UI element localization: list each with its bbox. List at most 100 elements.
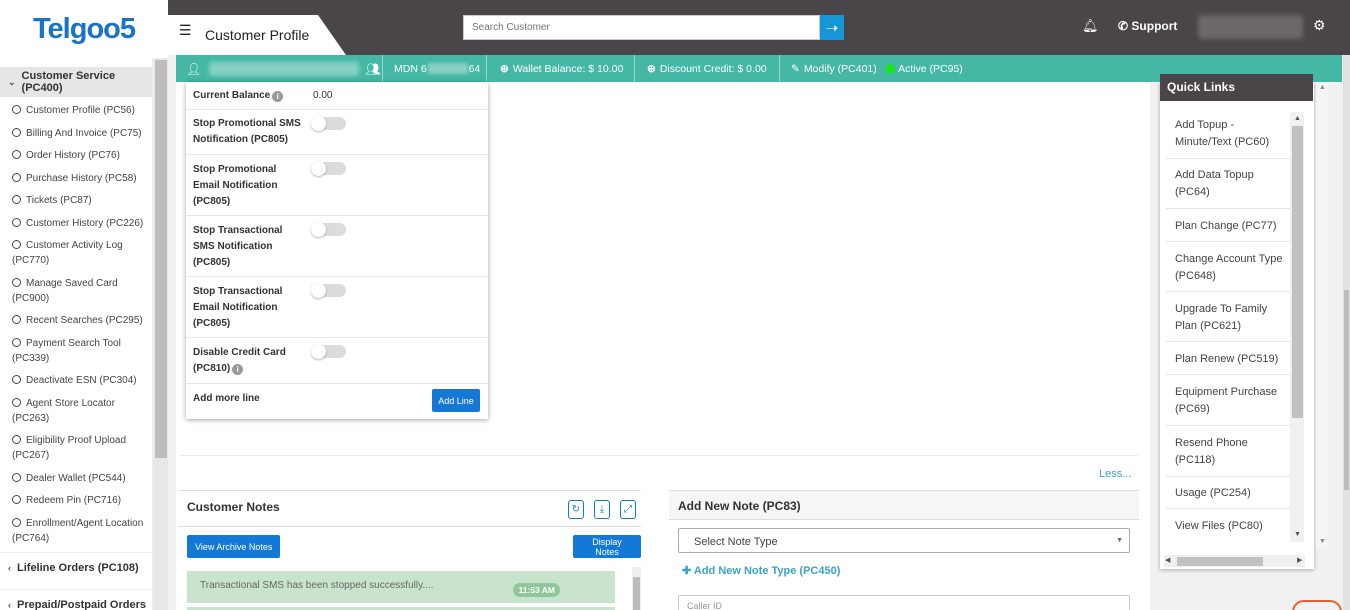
status-dot-icon [885,63,895,74]
quick-links-scrollbar-thumb[interactable] [1292,126,1303,418]
scroll-down-arrow-icon[interactable]: ▼ [1294,531,1301,538]
notes-scrollbar-thumb[interactable] [633,577,640,610]
quick-link-resend-phone[interactable]: Resend Phone (PC118) [1175,435,1290,469]
trans-email-toggle[interactable] [311,283,346,298]
gear-icon[interactable]: ⚙ [1313,17,1326,34]
quick-link-view-files[interactable]: View Files (PC80) [1175,518,1290,535]
customer-name-redacted [209,61,360,76]
info-icon[interactable]: i [232,364,244,375]
circle-icon [12,195,21,204]
mdn-segment: MDN 6 64 [394,62,481,75]
sidebar-item-enrollment-agent-location[interactable]: Enrollment/Agent Location (PC764) [12,516,150,546]
logo[interactable]: Telgoo5 [0,0,168,58]
caller-id-field[interactable]: Caller ID [678,595,1130,610]
promo-sms-toggle[interactable] [311,116,346,131]
modify-link[interactable]: ✎ Modify (PC401) [791,55,877,82]
sidebar-scroll-area: ⌄ Customer Service (PC400) Customer Prof… [0,58,168,610]
circle-icon [12,240,21,249]
sidebar: Telgoo5 ⌄ Customer Service (PC400) Custo… [0,0,168,610]
arrow-right-icon: ➝ [825,19,839,37]
circle-icon [12,495,21,504]
sidebar-scrollbar-thumb[interactable] [155,60,167,458]
page-scrollbar-thumb[interactable] [1344,290,1349,490]
circle-icon [12,105,21,114]
settings-row: Stop Transactional SMS Notification (PC8… [186,216,488,277]
promo-email-toggle[interactable] [311,161,346,176]
sidebar-item-dealer-wallet[interactable]: Dealer Wallet (PC544) [12,471,150,486]
scroll-down-arrow-icon[interactable]: ▼ [1319,538,1326,545]
sidebar-section-prepaid-postpaid-orders[interactable]: ‹ Prepaid/Postpaid Orders [0,589,152,610]
chat-widget-icon[interactable] [1292,600,1342,610]
support-link[interactable]: ✆ Support [1118,19,1177,33]
sidebar-item-deactivate-esn[interactable]: Deactivate ESN (PC304) [12,373,150,388]
disable-credit-card-toggle[interactable] [311,344,346,359]
user-name-redacted[interactable] [1198,15,1303,39]
sidebar-item-eligibility-proof-upload[interactable]: Eligibility Proof Upload (PC267) [12,433,150,463]
add-new-note-type-link[interactable]: ✚ Add New Note Type (PC450) [682,564,840,577]
quick-link-upgrade-family-plan[interactable]: Upgrade To Family Plan (PC621) [1175,301,1290,335]
add-new-note-panel: Add New Note (PC83) Select Note Type ▼ ✚… [669,490,1139,610]
current-balance-row: Current Balance i 0.00 [186,82,488,110]
customer-notes-title: Customer Notes [187,500,280,514]
sidebar-item-customer-profile[interactable]: Customer Profile (PC56) [12,103,150,118]
scroll-right-arrow-icon[interactable]: ▶ [1297,556,1302,564]
expand-icon[interactable]: ⤢ [620,500,636,519]
circle-icon [12,128,21,137]
display-notes-button[interactable]: Display Notes [573,535,641,558]
less-link[interactable]: Less... [1099,468,1131,480]
sidebar-item-recent-searches[interactable]: Recent Searches (PC295) [12,313,150,328]
active-status[interactable]: Active (PC95) [885,55,963,82]
sidebar-item-billing-invoice[interactable]: Billing And Invoice (PC75) [12,126,150,141]
family-icon[interactable]: 👥︎ [365,62,380,76]
note-type-select[interactable]: Select Note Type ▼ [678,528,1130,553]
sidebar-item-agent-store-locator[interactable]: Agent Store Locator (PC263) [12,396,150,426]
sidebar-item-redeem-pin[interactable]: Redeem Pin (PC716) [12,493,150,508]
quick-link-change-account-type[interactable]: Change Account Type (PC648) [1175,251,1290,285]
quick-links-h-scrollbar-thumb[interactable] [1177,557,1263,566]
search-arrow-button[interactable]: ➝ [820,15,844,40]
discount-credit[interactable]: ⊕ Discount Credit: $ 0.00 [647,55,767,82]
quick-link-plan-renew[interactable]: Plan Renew (PC519) [1175,351,1290,368]
quick-link-add-topup[interactable]: Add Topup - Minute/Text (PC60) [1175,117,1290,151]
circle-icon [12,315,21,324]
hamburger-menu-icon[interactable]: ☰ [179,22,192,39]
sidebar-item-purchase-history[interactable]: Purchase History (PC58) [12,171,150,186]
bell-icon[interactable]: 🔔︎ [1082,18,1099,34]
sidebar-item-customer-activity-log[interactable]: Customer Activity Log (PC770) [12,238,150,268]
scroll-up-arrow-icon[interactable]: ▲ [1294,115,1301,122]
sidebar-section-lifeline-orders[interactable]: ‹ Lifeline Orders (PC108) [0,552,152,582]
wallet-balance[interactable]: ⊕ Wallet Balance: $ 10.00 [500,55,623,82]
sidebar-item-tickets[interactable]: Tickets (PC87) [12,193,150,208]
circle-icon [12,218,21,227]
note-message: Transactional SMS has been stopped succe… [187,571,615,603]
add-new-note-title: Add New Note (PC83) [678,499,801,513]
chevron-left-icon: ‹ [8,599,11,610]
circle-icon [12,375,21,384]
download-icon[interactable]: ⤓ [594,500,610,519]
quick-link-usage[interactable]: Usage (PC254) [1175,485,1290,502]
sidebar-item-payment-search-tool[interactable]: Payment Search Tool (PC339) [12,336,150,366]
quick-link-plan-change[interactable]: Plan Change (PC77) [1175,218,1290,235]
sidebar-section-customer-service[interactable]: ⌄ Customer Service (PC400) [0,67,152,97]
trans-sms-toggle[interactable] [311,222,346,237]
user-icon: 👤︎ [186,61,202,76]
circle-icon [12,398,21,407]
add-line-button[interactable]: Add Line [432,389,480,412]
quick-links-outer-scrollbar[interactable] [1316,82,1328,549]
scroll-up-arrow-icon[interactable]: ▲ [1319,84,1326,91]
circle-icon [12,150,21,159]
sidebar-menu: ⌄ Customer Service (PC400) Customer Prof… [0,58,152,610]
quick-link-add-data-topup[interactable]: Add Data Topup (PC64) [1175,167,1290,201]
view-archive-notes-button[interactable]: View Archive Notes [187,535,281,558]
top-bar: ☰ Customer Profile ➝ 🔔︎ ✆ Support ⚙ [168,0,1350,55]
sidebar-item-customer-history[interactable]: Customer History (PC226) [12,216,150,231]
quick-link-equipment-purchase[interactable]: Equipment Purchase (PC69) [1175,384,1290,418]
refresh-icon[interactable]: ↻ [568,500,584,519]
info-icon[interactable]: i [272,91,284,102]
scroll-left-arrow-icon[interactable]: ◀ [1165,556,1170,564]
search-box [463,15,821,40]
chevron-left-icon: ‹ [8,562,11,573]
sidebar-item-manage-saved-card[interactable]: Manage Saved Card (PC900) [12,276,150,306]
sidebar-item-order-history[interactable]: Order History (PC76) [12,148,150,163]
search-input[interactable] [464,16,821,39]
